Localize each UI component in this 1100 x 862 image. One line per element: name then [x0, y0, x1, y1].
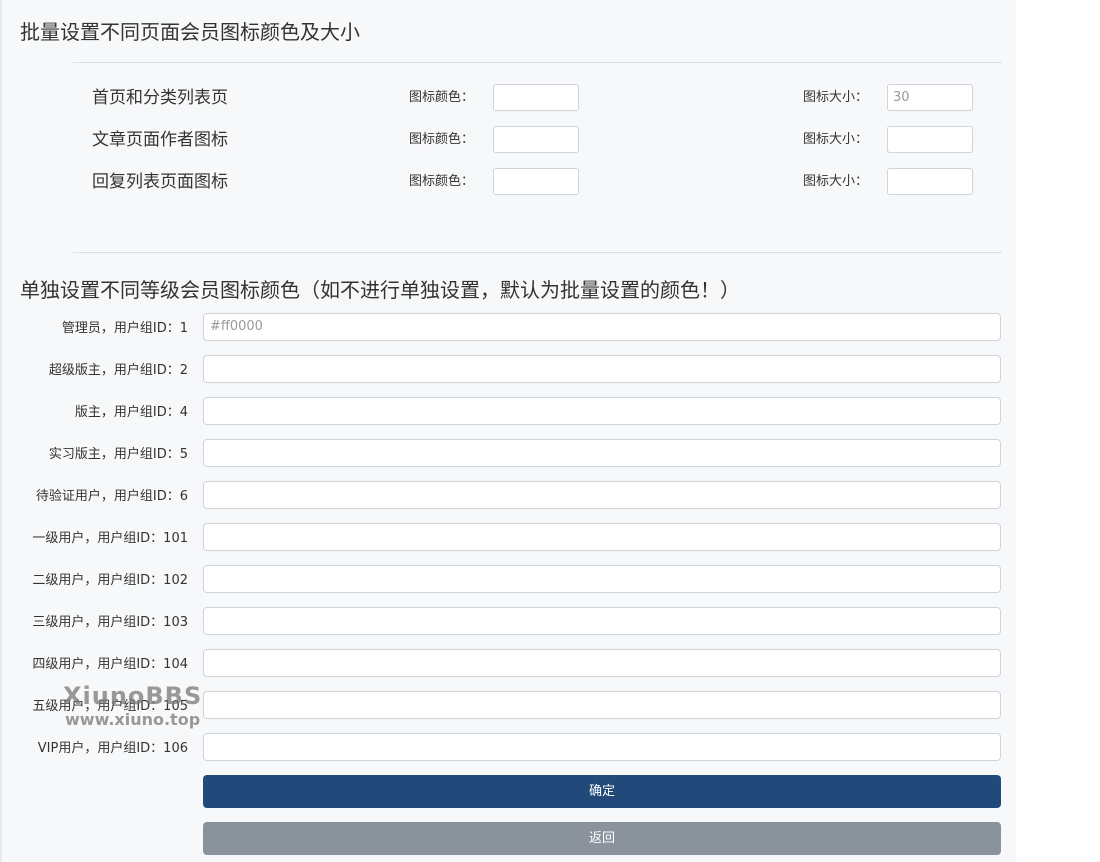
- icon-size-label: 图标大小：: [803, 132, 869, 147]
- group-color-input-admin[interactable]: #ff0000: [203, 313, 1001, 341]
- article-icon-color-input[interactable]: [493, 126, 579, 153]
- batch-row-label-article: 文章页面作者图标: [92, 130, 228, 150]
- group-color-input-moderator[interactable]: [203, 397, 1001, 425]
- batch-row-label-home: 首页和分类列表页: [92, 88, 228, 108]
- icon-color-label: 图标颜色：: [409, 132, 475, 147]
- batch-row-label-reply: 回复列表页面图标: [92, 172, 228, 192]
- icon-size-label: 图标大小：: [803, 90, 869, 105]
- group-label-moderator: 版主，用户组ID：4: [74, 405, 188, 420]
- icon-color-label: 图标颜色：: [409, 174, 475, 189]
- group-label-level2: 二级用户，用户组ID：102: [32, 573, 188, 588]
- home-icon-color-input[interactable]: [493, 84, 579, 111]
- confirm-button[interactable]: 确定: [203, 775, 1001, 808]
- group-color-input-level5[interactable]: [203, 691, 1001, 719]
- icon-size-label: 图标大小：: [803, 174, 869, 189]
- reply-icon-size-input[interactable]: [887, 168, 973, 195]
- group-label-admin: 管理员，用户组ID：1: [61, 321, 188, 336]
- home-icon-size-input[interactable]: 30: [887, 84, 973, 111]
- right-margin: [1016, 0, 1100, 862]
- divider: [73, 252, 1002, 253]
- group-label-level4: 四级用户，用户组ID：104: [32, 657, 188, 672]
- group-label-vip: VIP用户，用户组ID：106: [37, 741, 188, 756]
- group-label-pending: 待验证用户，用户组ID：6: [35, 489, 188, 504]
- group-color-input-level1[interactable]: [203, 523, 1001, 551]
- divider: [73, 62, 1002, 63]
- batch-section-title: 批量设置不同页面会员图标颜色及大小: [20, 20, 360, 44]
- group-label-level5: 五级用户，用户组ID：105: [32, 699, 188, 714]
- level-section-title: 单独设置不同等级会员图标颜色（如不进行单独设置，默认为批量设置的颜色！）: [20, 278, 740, 302]
- group-color-input-level3[interactable]: [203, 607, 1001, 635]
- icon-color-label: 图标颜色：: [409, 90, 475, 105]
- group-label-level3: 三级用户，用户组ID：103: [32, 615, 188, 630]
- group-label-super-moderator: 超级版主，用户组ID：2: [48, 363, 188, 378]
- reply-icon-color-input[interactable]: [493, 168, 579, 195]
- group-color-input-level2[interactable]: [203, 565, 1001, 593]
- group-color-input-intern-moderator[interactable]: [203, 439, 1001, 467]
- group-color-input-super-moderator[interactable]: [203, 355, 1001, 383]
- group-color-input-level4[interactable]: [203, 649, 1001, 677]
- group-color-input-pending[interactable]: [203, 481, 1001, 509]
- left-edge: [0, 0, 2, 862]
- back-button[interactable]: 返回: [203, 822, 1001, 855]
- group-label-intern-moderator: 实习版主，用户组ID：5: [48, 447, 188, 462]
- article-icon-size-input[interactable]: [887, 126, 973, 153]
- group-label-level1: 一级用户，用户组ID：101: [32, 531, 188, 546]
- group-color-input-vip[interactable]: [203, 733, 1001, 761]
